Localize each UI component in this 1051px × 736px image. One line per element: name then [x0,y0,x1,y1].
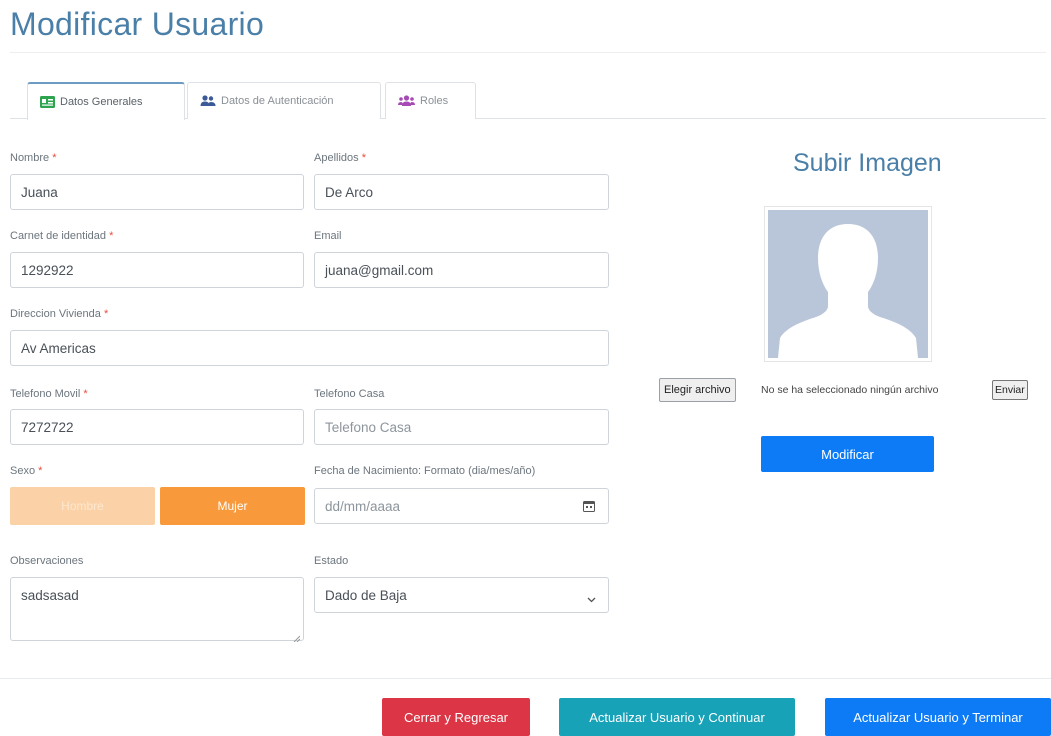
carnet-label: Carnet de identidad * [10,230,114,242]
carnet-input[interactable]: 1292922 [10,252,304,288]
movil-label: Telefono Movil * [10,388,88,400]
sexo-mujer-button[interactable]: Mujer [160,487,305,525]
id-card-icon [40,96,55,108]
sexo-label: Sexo * [10,465,43,477]
tab-datos-autenticacion[interactable]: Datos de Autenticación [187,82,381,119]
update-continue-button[interactable]: Actualizar Usuario y Continuar [559,698,795,736]
estado-label: Estado [314,555,349,567]
tab-roles[interactable]: Roles [385,82,476,119]
page-title: Modificar Usuario [10,6,265,42]
apellidos-input[interactable]: De Arco [314,174,609,210]
email-field[interactable]: juana@gmail.com [314,252,609,288]
sexo-hombre-button[interactable]: Hombre [10,487,155,525]
fecha-input[interactable]: dd/mm/aaaa [314,488,609,524]
send-button[interactable]: Enviar [992,380,1028,400]
users-icon [200,95,216,107]
modificar-button[interactable]: Modificar [761,436,934,472]
estado-value: Dado de Baja [325,587,407,603]
casa-label: Telefono Casa [314,388,385,400]
calendar-icon[interactable] [583,500,595,515]
estado-select[interactable]: Dado de Baja [314,577,609,613]
upload-title: Subir Imagen [793,149,942,177]
direccion-label: Direccion Vivienda * [10,308,109,320]
avatar-silhouette-icon [768,210,928,358]
email-label: Email [314,230,342,242]
user-group-icon [398,95,415,107]
tab-label: Datos de Autenticación [221,95,334,107]
observaciones-value: sadsasad [21,588,79,603]
observaciones-textarea[interactable]: sadsasad [10,577,304,643]
nombre-label: Nombre * [10,152,57,164]
direccion-input[interactable]: Av Americas [10,330,609,366]
apellidos-label: Apellidos * [314,152,366,164]
fecha-label: Fecha de Nacimiento: Formato (dia/mes/añ… [314,465,536,477]
nombre-input[interactable]: Juana [10,174,304,210]
avatar-image [764,206,932,362]
close-return-button[interactable]: Cerrar y Regresar [382,698,530,736]
file-status-text: No se ha seleccionado ningún archivo [761,384,939,396]
choose-file-button[interactable]: Elegir archivo [659,378,736,402]
resize-grip-icon[interactable] [293,630,301,643]
title-divider [10,52,1046,53]
tab-label: Datos Generales [60,96,143,108]
footer-divider [0,678,1051,679]
update-finish-button[interactable]: Actualizar Usuario y Terminar [825,698,1051,736]
fecha-placeholder: dd/mm/aaaa [325,498,401,514]
chevron-down-icon [587,591,596,606]
tab-label: Roles [420,95,449,107]
observaciones-label: Observaciones [10,555,84,567]
casa-input[interactable]: Telefono Casa [314,409,609,445]
movil-input[interactable]: 7272722 [10,409,304,445]
tab-datos-generales[interactable]: Datos Generales [27,82,185,120]
